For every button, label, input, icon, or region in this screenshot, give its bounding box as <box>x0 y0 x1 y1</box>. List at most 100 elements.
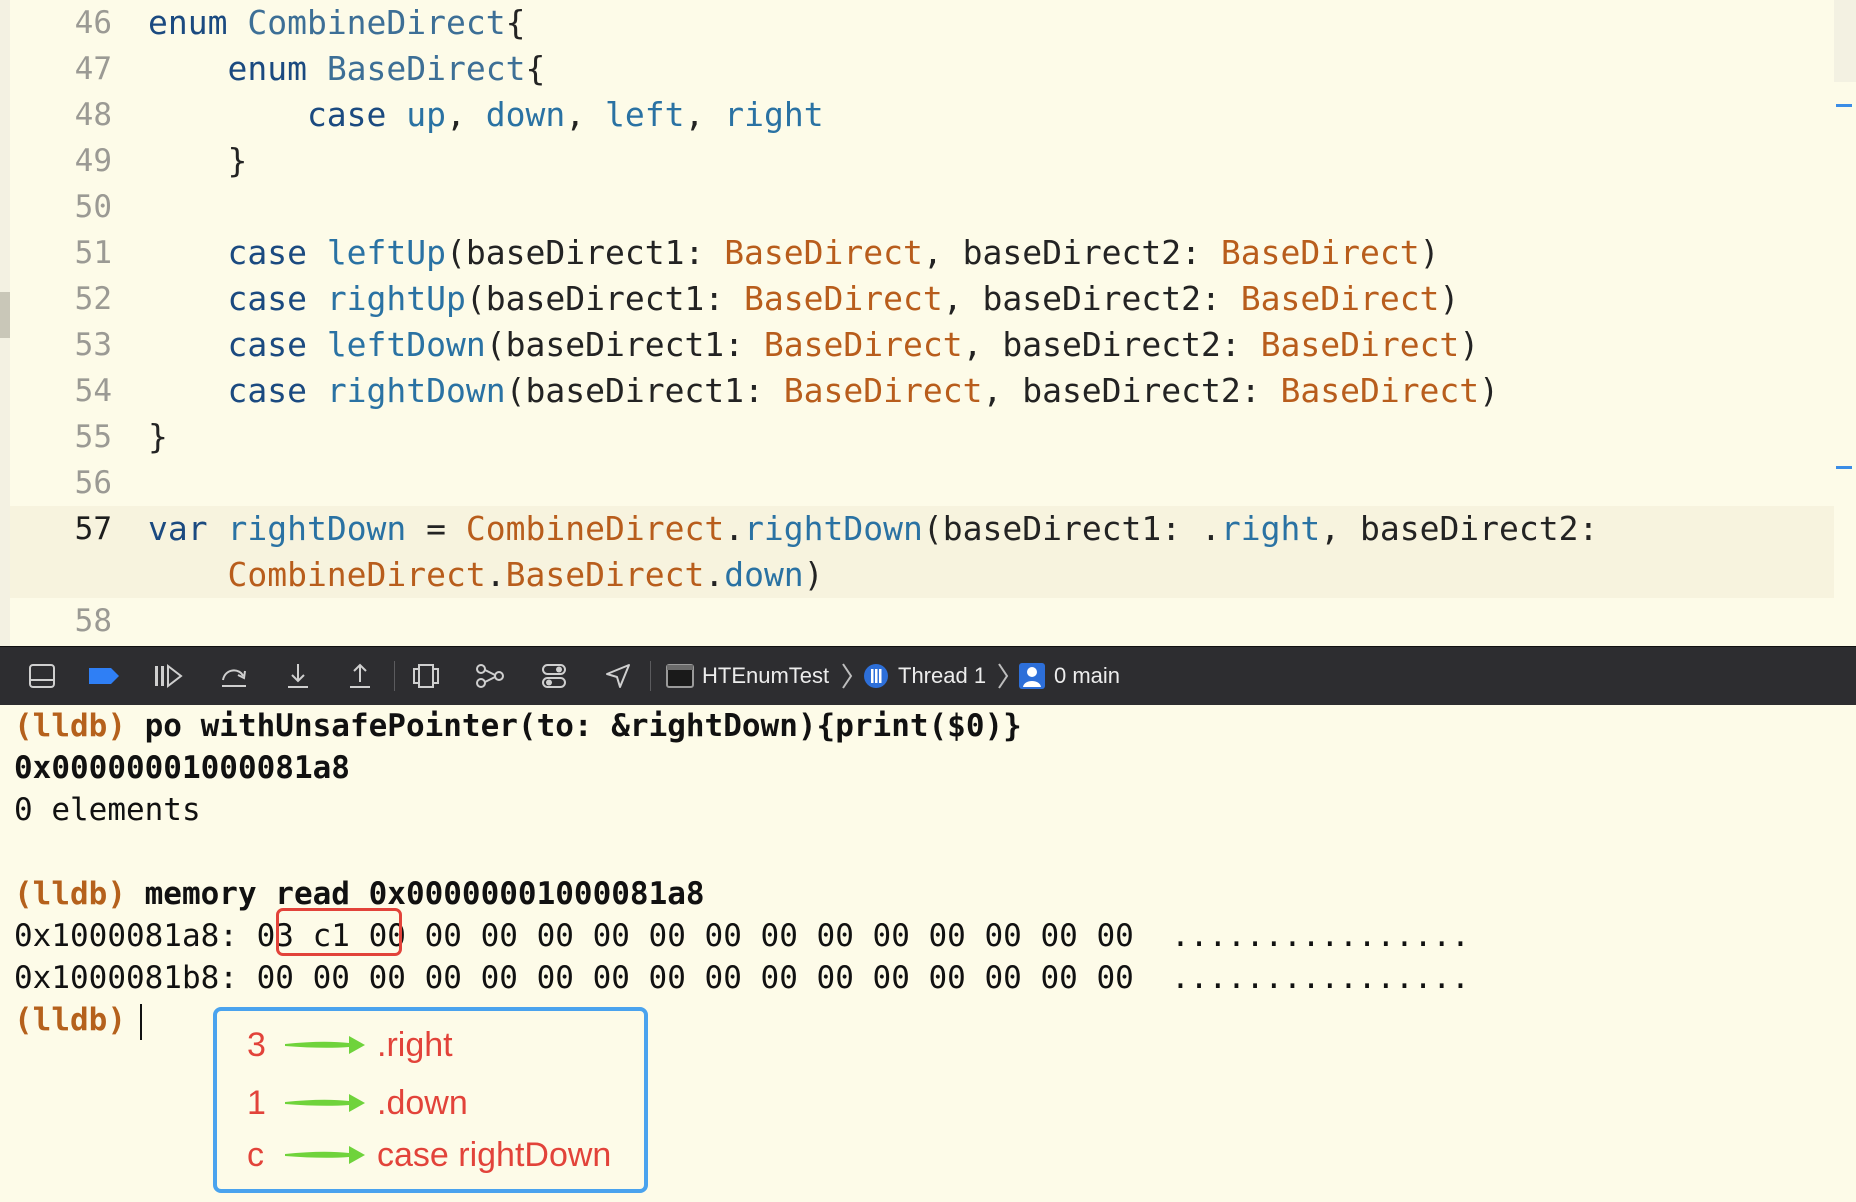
memory-graph-icon[interactable] <box>472 659 508 693</box>
toolbar-separator <box>650 661 651 691</box>
code-token: rightUp <box>326 279 466 318</box>
debug-view-hierarchy-icon[interactable] <box>408 659 444 693</box>
debug-bar: HTEnumTest Thread 1 0 main <box>0 646 1856 706</box>
console-output-elements: 0 elements <box>14 792 201 828</box>
code-line[interactable]: 54 case rightDown(baseDirect1: BaseDirec… <box>10 368 1834 414</box>
code-token: case <box>148 371 327 410</box>
console-output-address: 0x00000001000081a8 <box>14 750 350 786</box>
code-token: , baseDirect2: <box>1320 509 1599 548</box>
code-text: case up, down, left, right <box>148 92 824 138</box>
code-line[interactable]: 46 enum CombineDirect{ <box>10 0 1834 46</box>
line-number[interactable]: 52 <box>10 276 112 322</box>
code-token: enum <box>148 49 327 88</box>
code-token: up <box>406 95 447 134</box>
code-token: down <box>724 555 804 594</box>
minimap-strip <box>1834 0 1856 82</box>
bytes-highlight-box <box>276 908 402 956</box>
command-text: memory read 0x00000001000081a8 <box>125 876 705 912</box>
code-token: leftUp <box>326 233 447 272</box>
code-token: var <box>148 509 228 548</box>
code-line[interactable]: CombineDirect.BaseDirect.down) <box>10 552 1834 598</box>
line-number[interactable]: 56 <box>10 460 112 506</box>
line-number[interactable]: 55 <box>10 414 112 460</box>
code-token: rightDown <box>326 371 506 410</box>
code-line[interactable]: 49 } <box>10 138 1834 184</box>
line-number[interactable]: 47 <box>10 46 112 92</box>
line-number[interactable]: 57 <box>10 506 112 552</box>
code-token: . <box>724 509 745 548</box>
hide-debug-area-icon[interactable] <box>24 659 60 693</box>
step-into-icon[interactable] <box>280 659 316 693</box>
code-token: CombineDirect <box>247 3 506 42</box>
code-text: var rightDown = CombineDirect.rightDown(… <box>148 506 1598 552</box>
chevron-right-icon <box>996 661 1010 696</box>
breadcrumb-frame[interactable]: 0 main <box>1018 647 1120 705</box>
code-text: enum CombineDirect{ <box>148 0 526 46</box>
code-line[interactable]: 53 case leftDown(baseDirect1: BaseDirect… <box>10 322 1834 368</box>
code-line[interactable]: 51 case leftUp(baseDirect1: BaseDirect, … <box>10 230 1834 276</box>
code-token: enum <box>148 3 248 42</box>
line-number[interactable]: 50 <box>10 184 112 230</box>
code-editor[interactable]: 46 enum CombineDirect{47 enum BaseDirect{… <box>0 0 1856 646</box>
code-line[interactable]: 55} <box>10 414 1834 460</box>
line-number[interactable]: 53 <box>10 322 112 368</box>
code-line[interactable]: 50 <box>10 184 1834 230</box>
line-number[interactable]: 49 <box>10 138 112 184</box>
code-line[interactable]: 58 <box>10 598 1834 644</box>
step-out-icon[interactable] <box>342 659 378 693</box>
code-token: BaseDirect <box>724 233 923 272</box>
breadcrumb-thread[interactable]: Thread 1 <box>862 647 986 705</box>
code-line[interactable]: 52 case rightUp(baseDirect1: BaseDirect,… <box>10 276 1834 322</box>
lldb-console[interactable]: (lldb) po withUnsafePointer(to: &rightDo… <box>0 705 1856 1202</box>
code-token: case <box>148 279 327 318</box>
code-token: BaseDirect <box>763 325 963 364</box>
code-token: , <box>565 95 606 134</box>
lldb-prompt: (lldb) <box>14 1002 126 1038</box>
lldb-prompt: (lldb) <box>14 708 126 744</box>
code-token: (baseDirect1: <box>446 233 725 272</box>
code-line[interactable]: 56 <box>10 460 1834 506</box>
code-token: , baseDirect2: <box>962 325 1261 364</box>
code-text: case leftDown(baseDirect1: BaseDirect, b… <box>148 322 1479 368</box>
legend-value: case rightDown <box>377 1136 612 1174</box>
code-text: } <box>148 414 168 460</box>
line-number[interactable]: 58 <box>10 598 112 644</box>
code-token: case <box>148 95 407 134</box>
code-token: ) <box>1439 279 1460 318</box>
code-token: leftDown <box>326 325 486 364</box>
arrow-right-icon <box>283 1031 367 1064</box>
legend-key: 3 <box>247 1026 266 1064</box>
code-token: down <box>485 95 566 134</box>
breadcrumb-target[interactable]: HTEnumTest <box>666 647 829 705</box>
code-token: ) <box>1479 371 1500 410</box>
code-token: , baseDirect2: <box>942 279 1241 318</box>
memory-dump-row: 0x1000081a8: 03 c1 00 00 00 00 00 00 00 … <box>14 918 1470 954</box>
console-input-line[interactable]: (lldb) <box>14 999 142 1041</box>
arrow-right-icon <box>283 1141 367 1174</box>
code-token: = <box>406 509 466 548</box>
line-number[interactable]: 46 <box>10 0 112 46</box>
breadcrumb-target-label: HTEnumTest <box>702 663 830 688</box>
simulate-location-icon[interactable] <box>600 659 636 693</box>
legend-value: .down <box>377 1084 468 1122</box>
byte-legend-callout: 3 .right 1 .down c case rightDown <box>213 1007 648 1193</box>
code-token: (baseDirect1: <box>505 371 784 410</box>
environment-overrides-icon[interactable] <box>536 659 572 693</box>
step-over-icon[interactable] <box>216 659 252 693</box>
line-number[interactable]: 48 <box>10 92 112 138</box>
breadcrumb-frame-label: 0 main <box>1054 663 1121 688</box>
code-line[interactable]: 47 enum BaseDirect{ <box>10 46 1834 92</box>
code-line[interactable]: 48 case up, down, left, right <box>10 92 1834 138</box>
code-line[interactable]: 57 var rightDown = CombineDirect.rightDow… <box>10 506 1834 552</box>
line-number[interactable]: 54 <box>10 368 112 414</box>
code-token: . <box>485 555 506 594</box>
code-token: BaseDirect <box>783 371 983 410</box>
legend-key: c <box>247 1136 264 1174</box>
scroll-marker <box>0 292 10 338</box>
code-token: ) <box>803 555 824 594</box>
continue-icon[interactable] <box>150 659 186 693</box>
line-number[interactable]: 51 <box>10 230 112 276</box>
code-token: BaseDirect <box>744 279 943 318</box>
breakpoints-toggle-icon[interactable] <box>86 659 122 693</box>
code-token: rightDown <box>744 509 923 548</box>
